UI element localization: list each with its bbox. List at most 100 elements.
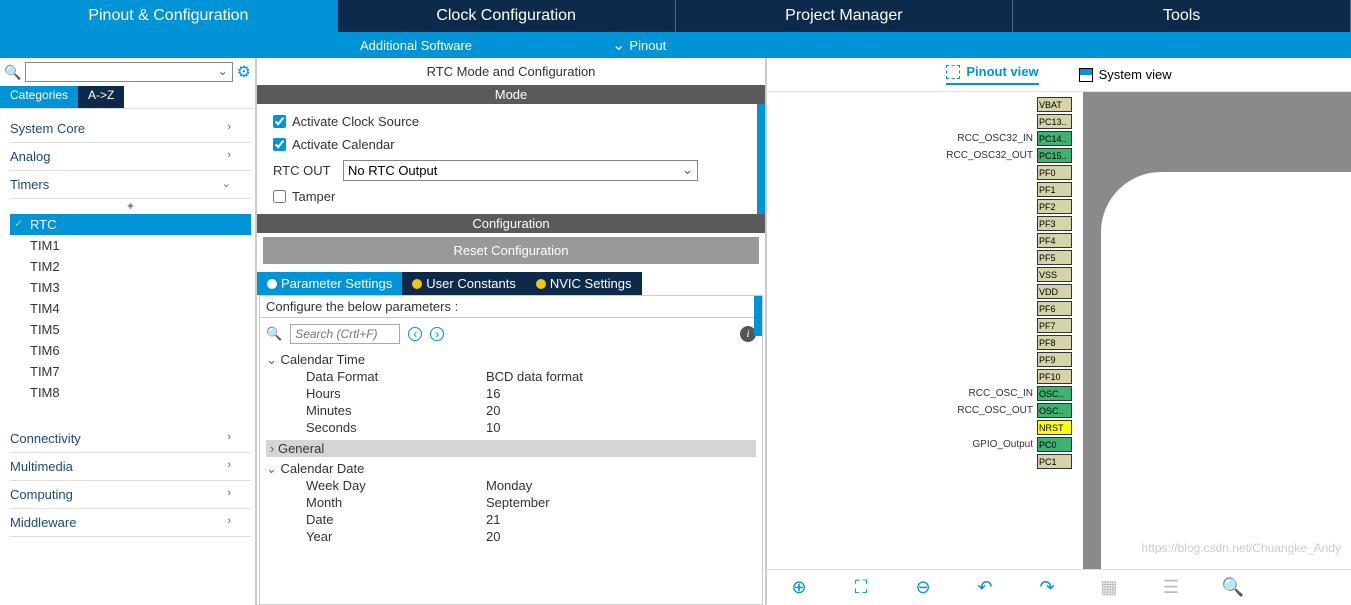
dropdown-pinout[interactable]: Pinout: [612, 35, 666, 55]
pin-box[interactable]: PC13..: [1037, 114, 1072, 129]
section-connectivity[interactable]: Connectivity›: [10, 425, 251, 453]
group-calendar-date[interactable]: Calendar Date: [266, 461, 756, 477]
list-icon[interactable]: ☰: [1159, 577, 1183, 598]
param-row[interactable]: Minutes20: [266, 402, 756, 419]
zoom-out-icon[interactable]: ⊖: [911, 577, 935, 598]
section-computing[interactable]: Computing›: [10, 481, 251, 509]
group-general[interactable]: General: [266, 440, 756, 457]
section-middleware[interactable]: Middleware›: [10, 509, 251, 537]
tab-nvic-settings[interactable]: NVIC Settings: [526, 272, 642, 295]
gear-icon[interactable]: ⚙: [237, 62, 251, 82]
checkbox-activate-clock[interactable]: [273, 115, 286, 128]
pin-box[interactable]: PF9: [1037, 352, 1072, 367]
param-row[interactable]: Seconds10: [266, 419, 756, 436]
pin-box[interactable]: PC0: [1037, 437, 1072, 452]
pin-box[interactable]: PF10: [1037, 369, 1072, 384]
tab-parameter-settings[interactable]: Parameter Settings: [257, 272, 402, 295]
pin-row[interactable]: PF9: [927, 351, 1072, 368]
drag-handle-icon[interactable]: ◈: [10, 199, 251, 212]
pin-row[interactable]: GPIO_OutputPC0: [927, 436, 1072, 453]
pin-box[interactable]: PF5: [1037, 250, 1072, 265]
pin-row[interactable]: VDD: [927, 283, 1072, 300]
tab-categories[interactable]: Categories: [0, 86, 78, 108]
pin-box[interactable]: PF3: [1037, 216, 1072, 231]
pin-box[interactable]: PF6: [1037, 301, 1072, 316]
pin-row[interactable]: VBAT: [927, 96, 1072, 113]
tree-item-rtc[interactable]: RTC: [10, 214, 251, 235]
next-icon[interactable]: ›: [430, 327, 444, 341]
fit-icon[interactable]: ⛶: [849, 577, 873, 598]
grid-icon[interactable]: ▦: [1097, 577, 1121, 598]
tab-pinout-config[interactable]: Pinout & Configuration: [0, 0, 338, 32]
reset-button[interactable]: Reset Configuration: [263, 237, 759, 264]
pin-row[interactable]: PF3: [927, 215, 1072, 232]
tree-item-tim7[interactable]: TIM7: [10, 361, 251, 382]
pin-row[interactable]: VSS: [927, 266, 1072, 283]
tree-item-tim1[interactable]: TIM1: [10, 235, 251, 256]
section-multimedia[interactable]: Multimedia›: [10, 453, 251, 481]
pin-row[interactable]: RCC_OSC32_INPC14..: [927, 130, 1072, 147]
pin-row[interactable]: PF2: [927, 198, 1072, 215]
checkbox-activate-calendar[interactable]: [273, 138, 286, 151]
pin-box[interactable]: VBAT: [1037, 97, 1072, 112]
pin-row[interactable]: PC1: [927, 453, 1072, 470]
section-timers[interactable]: Timers⌄: [10, 171, 251, 199]
pin-box[interactable]: PF7: [1037, 318, 1072, 333]
zoom-in-icon[interactable]: ⊕: [787, 577, 811, 598]
rotate-cw-icon[interactable]: ↷: [1035, 577, 1059, 598]
scrollbar[interactable]: [754, 296, 762, 336]
prev-icon[interactable]: ‹: [408, 327, 422, 341]
pin-box[interactable]: PC15..: [1037, 148, 1072, 163]
pin-row[interactable]: PF4: [927, 232, 1072, 249]
param-row[interactable]: Date21: [266, 511, 756, 528]
pin-row[interactable]: PC13..: [927, 113, 1072, 130]
select-rtc-out[interactable]: No RTC Output: [343, 160, 698, 181]
pin-row[interactable]: NRST: [927, 419, 1072, 436]
pin-box[interactable]: NRST: [1037, 420, 1072, 435]
tab-a-to-z[interactable]: A->Z: [78, 86, 124, 108]
tree-item-tim8[interactable]: TIM8: [10, 382, 251, 403]
section-analog[interactable]: Analog›: [10, 143, 251, 171]
pinout-canvas[interactable]: VBAT PC13..RCC_OSC32_INPC14..RCC_OSC32_OU…: [767, 92, 1351, 569]
tab-tools[interactable]: Tools: [1013, 0, 1351, 32]
pin-row[interactable]: PF10: [927, 368, 1072, 385]
tree-item-tim5[interactable]: TIM5: [10, 319, 251, 340]
param-search-input[interactable]: [290, 324, 400, 344]
tab-project-manager[interactable]: Project Manager: [676, 0, 1014, 32]
search-icon[interactable]: 🔍: [266, 326, 282, 342]
search-pin-icon[interactable]: 🔍: [1221, 577, 1245, 598]
param-row[interactable]: Week DayMonday: [266, 477, 756, 494]
category-search-combo[interactable]: [25, 62, 232, 82]
link-additional-software[interactable]: Additional Software: [360, 38, 472, 53]
pin-box[interactable]: PF2: [1037, 199, 1072, 214]
pin-box[interactable]: OSC..: [1037, 386, 1072, 401]
pin-row[interactable]: PF0: [927, 164, 1072, 181]
tree-item-tim2[interactable]: TIM2: [10, 256, 251, 277]
param-row[interactable]: Year20: [266, 528, 756, 545]
search-icon[interactable]: 🔍: [4, 64, 21, 81]
param-row[interactable]: MonthSeptember: [266, 494, 756, 511]
tab-pinout-view[interactable]: Pinout view: [946, 64, 1038, 85]
pin-box[interactable]: PC1: [1037, 454, 1072, 469]
pin-row[interactable]: PF5: [927, 249, 1072, 266]
pin-box[interactable]: PF1: [1037, 182, 1072, 197]
pin-row[interactable]: RCC_OSC_INOSC..: [927, 385, 1072, 402]
pin-box[interactable]: PF4: [1037, 233, 1072, 248]
pin-row[interactable]: RCC_OSC_OUTOSC..: [927, 402, 1072, 419]
tab-user-constants[interactable]: User Constants: [402, 272, 526, 295]
rotate-ccw-icon[interactable]: ↶: [973, 577, 997, 598]
section-system-core[interactable]: System Core›: [10, 115, 251, 143]
pin-row[interactable]: RCC_OSC32_OUTPC15..: [927, 147, 1072, 164]
group-calendar-time[interactable]: Calendar Time: [266, 352, 756, 368]
pin-box[interactable]: PC14..: [1037, 131, 1072, 146]
tree-item-tim4[interactable]: TIM4: [10, 298, 251, 319]
tab-clock-config[interactable]: Clock Configuration: [338, 0, 676, 32]
pin-box[interactable]: PF8: [1037, 335, 1072, 350]
pin-row[interactable]: PF8: [927, 334, 1072, 351]
param-row[interactable]: Hours16: [266, 385, 756, 402]
tab-system-view[interactable]: System view: [1079, 64, 1172, 85]
tree-item-tim3[interactable]: TIM3: [10, 277, 251, 298]
pin-row[interactable]: PF7: [927, 317, 1072, 334]
pin-row[interactable]: PF1: [927, 181, 1072, 198]
tree-item-tim6[interactable]: TIM6: [10, 340, 251, 361]
